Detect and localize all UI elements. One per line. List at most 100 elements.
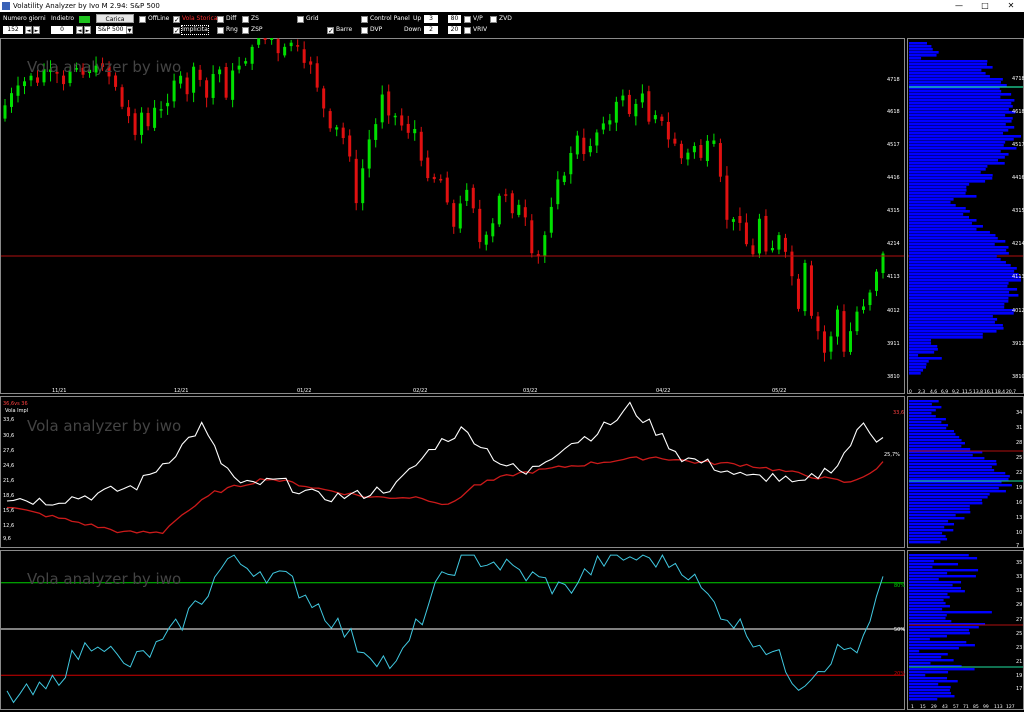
- candle-body: [809, 265, 813, 316]
- vol-profile-bar: [909, 409, 936, 412]
- up-label: Up: [413, 15, 422, 22]
- down-input[interactable]: 2: [424, 26, 438, 34]
- vol-axis-label: 18,6: [3, 493, 14, 499]
- profile-bar: [909, 108, 1009, 111]
- main-watermark: Vola analyzer by iwo: [27, 58, 181, 76]
- profile-bar: [909, 144, 1004, 147]
- vp-checkbox[interactable]: [464, 16, 471, 23]
- offline-checkbox[interactable]: [139, 16, 146, 23]
- profile-bar: [909, 204, 956, 207]
- vol-profile-bar: [909, 475, 1010, 478]
- profile-bar: [909, 303, 1005, 306]
- profile-bar: [909, 282, 1009, 285]
- lower-level-input[interactable]: 20: [448, 26, 461, 34]
- profile-axis-label: 13,8: [973, 389, 983, 395]
- candle-body: [614, 101, 618, 123]
- vol-profile-bar: [909, 532, 943, 535]
- symbol-select[interactable]: S&P 500: [96, 26, 126, 34]
- close-button[interactable]: ✕: [998, 0, 1024, 12]
- vol-profile-bar: [909, 442, 965, 445]
- vol-profile-bar: [909, 433, 956, 436]
- profile-bar: [909, 153, 1009, 156]
- vol-profile-bar: [909, 460, 997, 463]
- control-panel-checkbox[interactable]: [361, 16, 368, 23]
- chart-area[interactable]: Vola analyzer by iwo Vola analyzer by iw…: [0, 38, 1024, 712]
- vriv-checkbox[interactable]: [464, 27, 471, 34]
- candle-body: [205, 80, 209, 98]
- candle-body: [452, 203, 456, 227]
- candle-body: [601, 123, 605, 130]
- profile-bar: [909, 228, 977, 231]
- osc-profile-bar: [909, 698, 938, 701]
- candle-body: [374, 124, 378, 140]
- vol-profile-bar: [909, 454, 973, 457]
- barre-checkbox[interactable]: ✓: [327, 27, 334, 35]
- candle-body: [198, 69, 202, 80]
- profile-bar: [909, 132, 1004, 135]
- indietro-input[interactable]: 0: [51, 26, 73, 34]
- indietro-decrement-button[interactable]: ◄: [76, 26, 83, 34]
- candle-body: [302, 49, 306, 63]
- profile-bar: [909, 273, 1019, 276]
- indietro-increment-button[interactable]: ►: [84, 26, 91, 34]
- app-icon: [2, 2, 10, 10]
- grid-checkbox[interactable]: [297, 16, 304, 23]
- profile-bar: [909, 171, 981, 174]
- numero-giorni-input[interactable]: 152: [3, 26, 23, 34]
- candle-body: [556, 179, 560, 205]
- dvp-checkbox[interactable]: [361, 27, 368, 34]
- osc-profile-label: 27: [1016, 617, 1022, 623]
- implicita-checkbox[interactable]: ✓: [173, 27, 180, 35]
- zs-checkbox[interactable]: [242, 16, 249, 23]
- zvd-checkbox[interactable]: [490, 16, 497, 23]
- rng-checkbox[interactable]: [217, 27, 224, 34]
- candle-body: [185, 77, 189, 95]
- vol-profile-bar: [909, 520, 949, 523]
- profile-axis-label: 20,7: [1006, 389, 1016, 395]
- chevron-down-icon[interactable]: ▼: [126, 26, 133, 34]
- profile-bar: [909, 174, 993, 177]
- candle-body: [855, 311, 859, 332]
- profile-axis-label: 6,9: [941, 389, 948, 395]
- candle-body: [237, 65, 241, 70]
- candle-body: [341, 127, 345, 139]
- profile-bar: [909, 315, 993, 318]
- barre-label: Barre: [336, 26, 353, 33]
- hist-vol-current-label: 33,6: [893, 410, 904, 416]
- profile-bar: [909, 255, 997, 258]
- profile-bar: [909, 147, 1017, 150]
- vol-profile-bar: [909, 403, 932, 406]
- upper-level-input[interactable]: 80: [448, 15, 461, 23]
- vol-profile-bar: [909, 535, 946, 538]
- osc-watermark: Vola analyzer by iwo: [27, 570, 181, 588]
- profile-bar: [909, 195, 977, 198]
- up-input[interactable]: 3: [424, 15, 438, 23]
- profile-bar: [909, 339, 931, 342]
- osc-profile-bar: [909, 671, 949, 674]
- candle-body: [569, 152, 573, 175]
- candle-body: [244, 61, 248, 64]
- profile-bar: [909, 165, 988, 168]
- profile-bar: [909, 168, 986, 171]
- profile-bar: [909, 327, 1004, 330]
- vol-profile-label: 34: [1016, 410, 1022, 416]
- zsp-checkbox[interactable]: [242, 27, 249, 34]
- giorni-increment-button[interactable]: ►: [33, 26, 40, 34]
- price-axis-label: 4618: [887, 109, 900, 115]
- candle-body: [484, 234, 488, 245]
- profile-bar: [909, 126, 1015, 129]
- diff-checkbox[interactable]: [217, 16, 224, 23]
- maximize-button[interactable]: □: [972, 0, 998, 12]
- profile-bar: [909, 180, 986, 183]
- osc-profile-bar: [909, 641, 967, 644]
- vola-storica-checkbox[interactable]: ✓: [173, 16, 180, 24]
- giorni-decrement-button[interactable]: ◄: [25, 26, 32, 34]
- osc-profile-label: 17: [1016, 686, 1022, 692]
- minimize-button[interactable]: —: [946, 0, 972, 12]
- osc-profile-bar: [909, 614, 947, 617]
- profile-bar: [909, 66, 993, 69]
- price-axis-label: 3911: [887, 341, 900, 347]
- candle-body: [491, 223, 495, 237]
- candle-body: [348, 135, 352, 157]
- carica-button[interactable]: Carica: [96, 14, 134, 23]
